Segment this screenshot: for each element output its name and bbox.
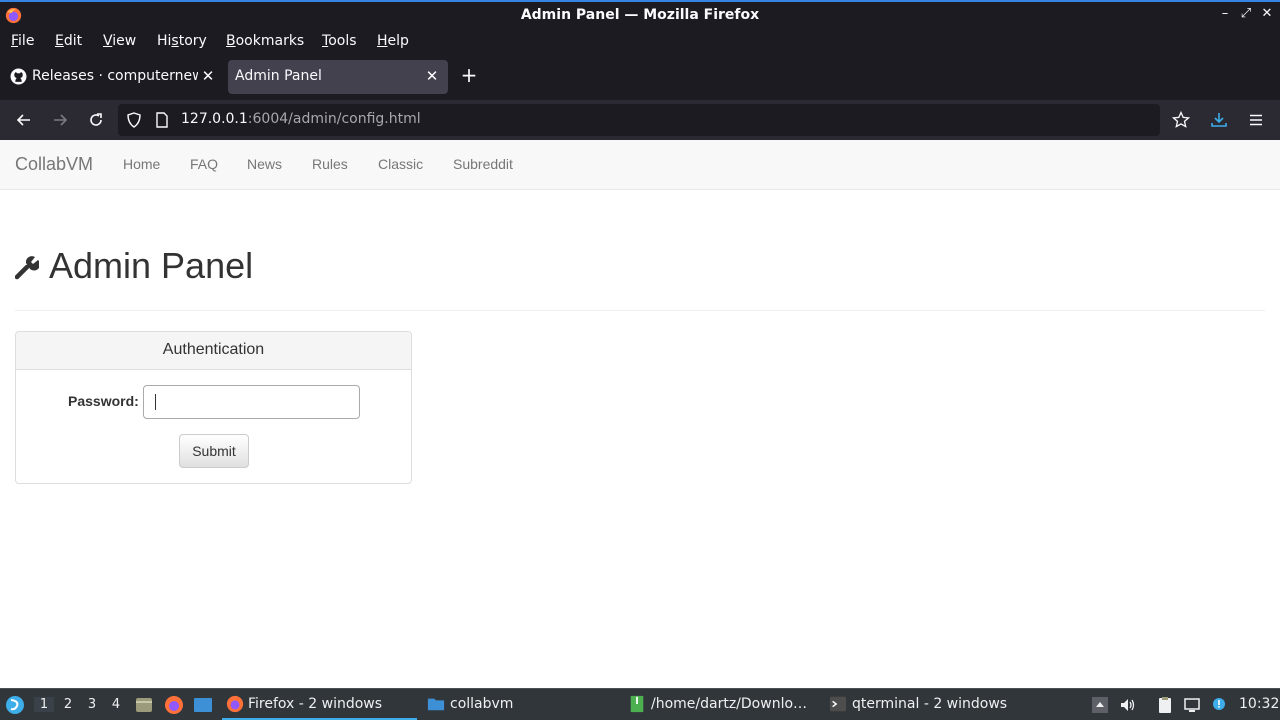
firefox-icon [226,695,244,713]
star-icon [1171,110,1191,128]
file-manager-launcher-icon[interactable] [134,695,154,715]
nav-link-home[interactable]: Home [123,156,160,172]
maximize-button[interactable]: ⤢ [1238,6,1254,21]
task-label: /home/dartz/Downlo… [651,696,808,712]
task-collabvm[interactable]: collabvm [423,689,618,720]
shield-icon[interactable] [126,112,142,128]
workspace-4[interactable]: 4 [106,697,126,712]
app-menu-button[interactable] [1244,108,1268,132]
nav-link-classic[interactable]: Classic [378,156,423,172]
tab-admin-panel[interactable]: Admin Panel ✕ [228,60,448,94]
page-info-icon[interactable] [155,112,169,128]
password-input[interactable] [143,385,360,419]
menu-history[interactable]: History [157,33,207,49]
lxqt-menu-icon[interactable] [5,695,25,715]
archive-icon [630,695,644,713]
downloads-button[interactable] [1207,108,1231,132]
tab-releases-label: Releases · computernewb/collab-vm [32,68,198,84]
tray-expand-icon[interactable] [1091,696,1109,714]
download-icon [1211,113,1227,127]
site-brand[interactable]: CollabVM [15,154,93,175]
clipboard-icon[interactable] [1156,696,1174,714]
clock[interactable]: 10:32 [1239,696,1279,712]
tab-strip: Releases · computernewb/collab-vm ✕ Admi… [0,54,1280,100]
page-title: Admin Panel [49,245,254,286]
workspace-3[interactable]: 3 [82,697,102,712]
reload-icon [90,113,102,126]
nav-link-news[interactable]: News [247,156,282,172]
menu-help[interactable]: Help [377,33,409,49]
task-label: Firefox - 2 windows [248,696,383,712]
panel-title: Authentication [162,341,265,358]
url-bar[interactable]: 127.0.0.1:6004/admin/config.html [118,104,1160,136]
network-icon[interactable] [1183,696,1201,714]
task-firefox[interactable]: Firefox - 2 windows [222,689,417,720]
notification-icon[interactable] [1210,696,1228,714]
auth-panel: Authentication Password: Submit [15,331,412,484]
menu-bar: File Edit View History Bookmarks Tools H… [0,29,1280,54]
nav-link-faq[interactable]: FAQ [190,156,218,172]
menu-file[interactable]: File [11,33,34,49]
firefox-launcher-icon[interactable] [164,695,184,715]
forward-button[interactable] [48,108,72,132]
menu-edit[interactable]: Edit [55,33,82,49]
password-label: Password: [68,393,139,409]
back-button[interactable] [12,108,36,132]
close-tab-icon[interactable]: ✕ [200,67,216,85]
bookmark-star-button[interactable] [1169,108,1193,132]
new-tab-button[interactable]: + [458,63,480,87]
github-icon [10,68,27,85]
task-label: collabvm [450,696,514,712]
nav-link-subreddit[interactable]: Subreddit [453,156,513,172]
tab-releases[interactable]: Releases · computernewb/collab-vm ✕ [4,60,222,94]
nav-toolbar: 127.0.0.1:6004/admin/config.html [0,100,1280,140]
arrow-left-icon [16,114,30,126]
volume-icon[interactable] [1119,696,1137,714]
page-header: Admin Panel [15,242,1265,311]
web-page: CollabVM Home FAQ News Rules Classic Sub… [0,140,1280,688]
menu-tools[interactable]: Tools [322,33,357,49]
workspace-2[interactable]: 2 [58,697,78,712]
tab-admin-panel-label: Admin Panel [235,68,322,84]
text-cursor [155,394,156,410]
site-navbar: CollabVM Home FAQ News Rules Classic Sub… [0,140,1280,190]
task-qterminal[interactable]: qterminal - 2 windows [825,689,1020,720]
window-title: Admin Panel — Mozilla Firefox [520,7,760,23]
arrow-right-icon [54,114,68,126]
taskbar: 1 2 3 4 Firefox - 2 windows collabvm /ho… [0,688,1280,720]
submit-button[interactable]: Submit [179,434,249,468]
nav-link-rules[interactable]: Rules [312,156,348,172]
close-window-button[interactable]: ✕ [1259,6,1275,21]
task-archive[interactable]: /home/dartz/Downlo… [624,689,819,720]
hamburger-icon [1250,114,1262,126]
url-text[interactable]: 127.0.0.1:6004/admin/config.html [181,111,421,127]
reload-button[interactable] [84,108,108,132]
desktop-launcher-icon[interactable] [193,695,213,715]
minimize-button[interactable]: – [1217,6,1233,21]
menu-bookmarks[interactable]: Bookmarks [226,33,304,49]
folder-icon [427,698,445,711]
task-label: qterminal - 2 windows [852,696,1008,712]
menu-view[interactable]: View [103,33,136,49]
workspace-1[interactable]: 1 [34,697,54,712]
panel-heading: Authentication [16,332,411,370]
wrench-icon [15,256,39,280]
window-titlebar: Admin Panel — Mozilla Firefox – ⤢ ✕ [0,0,1280,29]
terminal-icon [829,696,847,712]
close-tab-icon[interactable]: ✕ [424,67,440,85]
